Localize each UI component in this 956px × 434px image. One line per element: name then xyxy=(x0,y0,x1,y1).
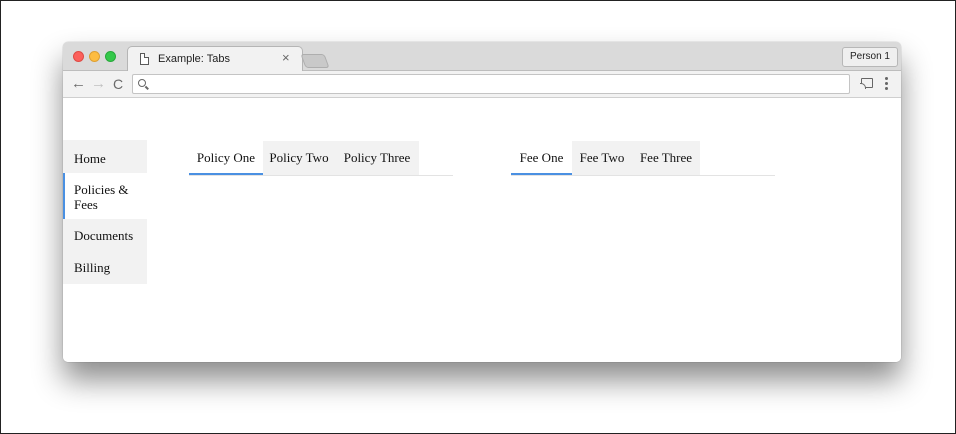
more-menu-icon[interactable] xyxy=(885,77,888,91)
tab-label: Fee Two xyxy=(579,150,625,165)
tab-label: Policy One xyxy=(196,150,256,165)
minimize-window-button[interactable] xyxy=(89,51,100,62)
sidebar-item-billing[interactable]: Billing xyxy=(63,260,147,275)
browser-toolbar: ← → C xyxy=(63,71,901,98)
tab-fee-two[interactable]: Fee Two xyxy=(572,141,632,175)
profile-button[interactable]: Person 1 xyxy=(841,47,898,67)
sidebar-item-home[interactable]: Home xyxy=(63,151,147,166)
sidebar-item-label: Home xyxy=(74,151,106,166)
tab-bar-divider xyxy=(511,175,775,176)
fee-tabs: Fee One Fee Two Fee Three xyxy=(511,141,775,177)
search-icon xyxy=(138,79,146,87)
address-input[interactable] xyxy=(151,75,841,93)
close-window-button[interactable] xyxy=(73,51,84,62)
back-arrow-icon[interactable]: ← xyxy=(71,75,86,93)
browser-window: Example: Tabs × Person 1 ← → C Home Poli… xyxy=(63,42,901,362)
tab-policy-three[interactable]: Policy Three xyxy=(335,141,419,175)
sidebar-item-label: Documents xyxy=(74,228,134,243)
sidebar-item-label: Billing xyxy=(74,260,111,275)
tab-label: Fee One xyxy=(519,150,564,165)
tab-fee-three[interactable]: Fee Three xyxy=(632,141,700,175)
tab-strip: Example: Tabs × Person 1 xyxy=(63,42,901,72)
tab-policy-one[interactable]: Policy One xyxy=(189,141,263,175)
tab-policy-two[interactable]: Policy Two xyxy=(263,141,335,175)
forward-arrow-icon[interactable]: → xyxy=(91,75,106,93)
tab-label: Policy Three xyxy=(343,150,411,165)
page-icon xyxy=(140,53,149,65)
address-bar[interactable] xyxy=(132,74,850,94)
browser-tab[interactable]: Example: Tabs × xyxy=(127,46,303,72)
sidebar-item-policies-fees[interactable]: Policies & Fees xyxy=(63,173,147,219)
policy-tabs: Policy One Policy Two Policy Three xyxy=(189,141,453,177)
sidebar-item-label: Policies & Fees xyxy=(74,182,129,212)
sidebar-item-documents[interactable]: Documents xyxy=(63,228,147,243)
reload-icon[interactable]: C xyxy=(113,75,123,93)
tab-bar-divider xyxy=(189,175,453,176)
maximize-window-button[interactable] xyxy=(105,51,116,62)
cast-icon[interactable] xyxy=(860,78,873,89)
tab-label: Policy Two xyxy=(269,150,329,165)
sidebar-nav: Home Policies & Fees Documents Billing xyxy=(63,140,147,284)
page-content: Home Policies & Fees Documents Billing P… xyxy=(63,99,901,362)
tab-fee-one[interactable]: Fee One xyxy=(511,141,572,175)
browser-tab-title: Example: Tabs xyxy=(158,53,230,65)
new-tab-button[interactable] xyxy=(300,54,330,68)
close-icon[interactable]: × xyxy=(282,51,290,65)
tab-label: Fee Three xyxy=(639,150,693,165)
